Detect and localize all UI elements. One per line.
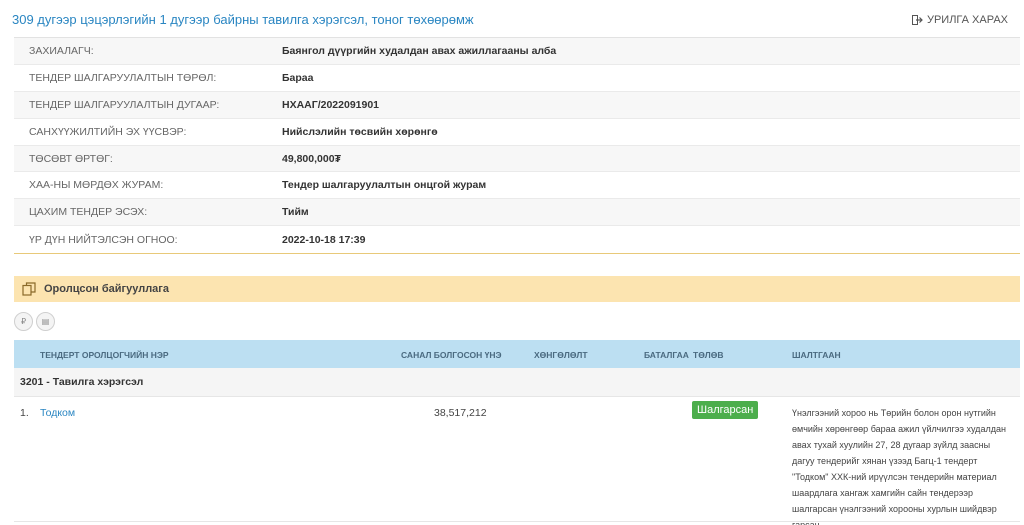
info-label: ТӨСӨВТ ӨРТӨГ: (29, 152, 113, 165)
info-row-procedure: ХАА-НЫ МӨРДӨХ ЖУРАМ: Тендер шалгаруулалт… (14, 172, 1020, 200)
info-row-budget: ТӨСӨВТ ӨРТӨГ: 49,800,000₮ (14, 145, 1020, 173)
col-header-guarantee: БАТАЛГАА (644, 350, 689, 360)
info-row-electronic: ЦАХИМ ТЕНДЕР ЭСЭХ: Тийм (14, 199, 1020, 227)
info-value: 2022-10-18 17:39 (282, 233, 366, 246)
info-label: ХАА-НЫ МӨРДӨХ ЖУРАМ: (29, 179, 164, 192)
info-label: ТЕНДЕР ШАЛГАРУУЛАЛТЫН ТӨРӨЛ: (29, 71, 217, 84)
offered-price: 38,517,212 (434, 407, 487, 419)
info-label: ТЕНДЕР ШАЛГАРУУЛАЛТЫН ДУГААР: (29, 98, 220, 111)
info-row-customer: ЗАХИАЛАГЧ: Баянгол дүүргийн худалдан ава… (14, 38, 1020, 65)
table-header: ТЕНДЕРТ ОРОЛЦОГЧИЙН НЭР САНАЛ БОЛГОСОН Ү… (14, 340, 1020, 368)
ruble-button[interactable]: ₽ (14, 312, 33, 331)
info-label: САНХҮҮЖИЛТИЙН ЭХ ҮҮСВЭР: (29, 125, 187, 138)
info-value: Баянгол дүүргийн худалдан авах ажиллагаа… (282, 44, 557, 57)
page-title: 309 дугээр цэцэрлэгийн 1 дугээр байрны т… (12, 12, 474, 27)
reason-text: Үнэлгээний хороо нь Төрийн болон орон ну… (792, 408, 1006, 525)
export-button[interactable]: ▤ (36, 312, 55, 331)
info-row-funding: САНХҮҮЖИЛТИЙН ЭХ ҮҮСВЭР: Нийслэлийн төсв… (14, 119, 1020, 146)
info-value: Бараа (282, 71, 314, 84)
info-label: ҮР ДҮН НИЙТЭЛСЭН ОГНОО: (29, 233, 178, 246)
section-title: Оролцсон байгууллага (44, 283, 170, 295)
table-row: 1. Тодком 38,517,212 Шалгарсан Үнэлгээни… (14, 397, 1020, 525)
info-row-result-date: ҮР ДҮН НИЙТЭЛСЭН ОГНОО: 2022-10-18 17:39 (14, 226, 1020, 253)
copy-icon (22, 282, 36, 296)
info-label: ЗАХИАЛАГЧ: (29, 44, 94, 57)
status-badge: Шалгарсан (692, 401, 759, 419)
tender-info-table: ЗАХИАЛАГЧ: Баянгол дүүргийн худалдан ава… (14, 37, 1020, 255)
info-value: Тендер шалгаруулалтын онцгой журам (282, 179, 487, 192)
col-header-status: ТӨЛӨВ (693, 350, 724, 360)
page-header: 309 дугээр цэцэрлэгийн 1 дугээр байрны т… (0, 0, 1024, 36)
info-value: Нийслэлийн төсвийн хөрөнгө (282, 125, 438, 138)
table-tools: ₽ ▤ (14, 312, 55, 331)
info-row-number: ТЕНДЕР ШАЛГАРУУЛАЛТЫН ДУГААР: НХААГ/2022… (14, 91, 1020, 119)
view-invitation-link[interactable]: УРИЛГА ХАРАХ (911, 14, 1008, 26)
col-header-name: ТЕНДЕРТ ОРОЛЦОГЧИЙН НЭР (40, 350, 169, 360)
sign-out-icon (911, 15, 923, 25)
info-value: НХААГ/2022091901 (282, 98, 380, 111)
view-invitation-label: УРИЛГА ХАРАХ (926, 14, 1008, 26)
group-row: 3201 - Тавилга хэрэгсэл (14, 368, 1020, 397)
row-number: 1. (20, 407, 29, 419)
info-row-type: ТЕНДЕР ШАЛГАРУУЛАЛТЫН ТӨРӨЛ: Бараа (14, 65, 1020, 92)
col-header-reason: ШАЛТГААН (792, 350, 841, 360)
participant-link[interactable]: Тодком (40, 407, 75, 419)
info-label: ЦАХИМ ТЕНДЕР ЭСЭХ: (29, 206, 148, 219)
info-value: Тийм (282, 206, 309, 219)
col-header-price: САНАЛ БОЛГОСОН ҮНЭ (401, 350, 502, 360)
participants-section-header: Оролцсон байгууллага (14, 276, 1020, 302)
col-header-discount: ХӨНГӨЛӨЛТ (534, 350, 588, 360)
participants-table: ТЕНДЕРТ ОРОЛЦОГЧИЙН НЭР САНАЛ БОЛГОСОН Ү… (14, 340, 1020, 525)
info-value: 49,800,000₮ (282, 152, 341, 165)
